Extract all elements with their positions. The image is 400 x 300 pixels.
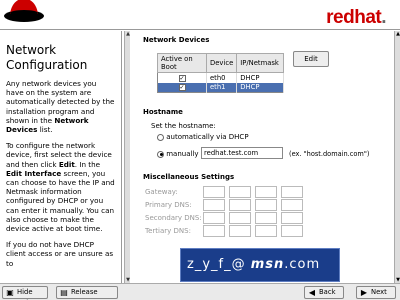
- back-label: Back: [319, 288, 336, 296]
- main-panel: Network Devices Active on Boot Device IP…: [131, 31, 400, 283]
- ip-octet-field[interactable]: [229, 225, 251, 237]
- auto-dhcp-label: automatically via DHCP: [166, 133, 249, 141]
- bottom-bar: ▣ Hide Help ▤ Release Notes ◀ Back ▶ Nex…: [0, 283, 400, 300]
- help-p2-edit: Edit: [58, 159, 75, 169]
- column-header-ip[interactable]: IP/Netmask: [236, 53, 285, 73]
- ip-octet-field[interactable]: [203, 225, 225, 237]
- set-hostname-label: Set the hostname:: [151, 122, 216, 130]
- next-button[interactable]: ▶ Next: [356, 286, 396, 299]
- tertiary-dns-label: Tertiary DNS:: [145, 227, 191, 235]
- back-arrow-icon: ◀: [308, 288, 316, 297]
- brand-dot: .: [381, 7, 386, 28]
- release-notes-button[interactable]: ▤ Release Notes: [56, 286, 118, 300]
- ip-octet-field[interactable]: [229, 212, 251, 224]
- main-scroll-up-icon[interactable]: ▲: [395, 31, 400, 37]
- ip-octet-field[interactable]: [203, 199, 225, 211]
- redhat-logo-icon: [4, 0, 44, 22]
- device-cell: eth1: [206, 82, 238, 93]
- hostname-example: (ex. "host.domain.com"): [289, 150, 370, 158]
- next-label: Next: [371, 288, 387, 296]
- auto-dhcp-radio[interactable]: [157, 133, 164, 141]
- brand-text: redhat: [326, 7, 382, 28]
- network-devices-label: Network Devices: [143, 36, 210, 44]
- ip-octet-field[interactable]: [255, 212, 277, 224]
- watermark-banner: z_y_f_@ msn.com: [180, 248, 340, 282]
- ip-octet-field[interactable]: [229, 199, 251, 211]
- help-p2-edit-iface: Edit Interface: [6, 168, 62, 178]
- ip-cell: DHCP: [236, 72, 285, 83]
- ip-cell: DHCP: [236, 82, 285, 93]
- network-devices-table[interactable]: Active on Boot Device IP/Netmask ✓ eth0 …: [157, 53, 285, 93]
- edit-button[interactable]: Edit: [293, 51, 329, 67]
- active-checkbox[interactable]: ✓: [178, 84, 186, 92]
- gateway-label: Gateway:: [145, 188, 178, 196]
- help-p2-b: . In the: [74, 159, 101, 169]
- watermark-brand: msn: [250, 257, 285, 272]
- help-p1-end: list.: [39, 125, 53, 135]
- hide-help-label: Hide Help: [17, 288, 33, 300]
- help-scrollbar[interactable]: ▲ ▼: [124, 31, 130, 283]
- secondary-dns-label: Secondary DNS:: [145, 214, 202, 222]
- ip-octet-field[interactable]: [203, 186, 225, 198]
- next-arrow-icon: ▶: [360, 288, 368, 297]
- table-row[interactable]: ✓ eth0 DHCP: [157, 72, 285, 83]
- manual-option[interactable]: manually: [157, 150, 199, 158]
- ip-octet-field[interactable]: [229, 186, 251, 198]
- help-p2-c: screen, you can choose to have the IP an…: [6, 168, 115, 234]
- ip-octet-field[interactable]: [281, 186, 303, 198]
- active-checkbox[interactable]: ✓: [178, 74, 186, 82]
- help-panel: Network Configuration Any network device…: [0, 31, 122, 283]
- release-notes-label: Release Notes: [71, 288, 98, 300]
- watermark-prefix: z_y_f_@: [187, 257, 246, 272]
- help-paragraph-2: To configure the network device, first s…: [6, 141, 115, 233]
- help-paragraph-1: Any network devices you have on the syst…: [6, 79, 115, 134]
- column-header-device[interactable]: Device: [205, 53, 238, 73]
- table-row[interactable]: ✓ eth1 DHCP: [157, 82, 285, 93]
- help-title: Network Configuration: [6, 43, 88, 72]
- auto-dhcp-option[interactable]: automatically via DHCP: [157, 133, 249, 141]
- back-button[interactable]: ◀ Back: [304, 286, 344, 299]
- watermark-suffix: .com: [284, 257, 321, 272]
- table-header-row: Active on Boot Device IP/Netmask: [157, 53, 285, 73]
- ip-octet-field[interactable]: [255, 199, 277, 211]
- manual-label: manually: [166, 150, 199, 158]
- ip-octet-field[interactable]: [281, 199, 303, 211]
- active-cell[interactable]: ✓: [157, 72, 207, 83]
- ip-octet-field[interactable]: [281, 212, 303, 224]
- hide-help-button[interactable]: ▣ Hide Help: [2, 286, 48, 300]
- ip-octet-field[interactable]: [255, 186, 277, 198]
- misc-settings-label: Miscellaneous Settings: [143, 173, 235, 181]
- ip-octet-field[interactable]: [255, 225, 277, 237]
- primary-dns-label: Primary DNS:: [145, 201, 192, 209]
- device-cell: eth0: [206, 72, 238, 83]
- main-scrollbar[interactable]: ▲ ▼: [394, 31, 400, 283]
- help-icon: ▣: [6, 288, 14, 297]
- manual-radio[interactable]: [157, 150, 164, 158]
- active-cell[interactable]: ✓: [157, 82, 207, 93]
- ip-octet-field[interactable]: [203, 212, 225, 224]
- hostname-label: Hostname: [143, 108, 183, 116]
- header-bar: redhat.: [0, 0, 400, 30]
- ip-octet-field[interactable]: [281, 225, 303, 237]
- redhat-brand: redhat.: [326, 7, 386, 29]
- help-paragraph-3: If you do not have DHCP client access or…: [6, 240, 114, 268]
- notes-icon: ▤: [60, 288, 68, 297]
- hostname-input[interactable]: redhat.test.com: [201, 147, 283, 159]
- column-header-active[interactable]: Active on Boot: [157, 53, 207, 73]
